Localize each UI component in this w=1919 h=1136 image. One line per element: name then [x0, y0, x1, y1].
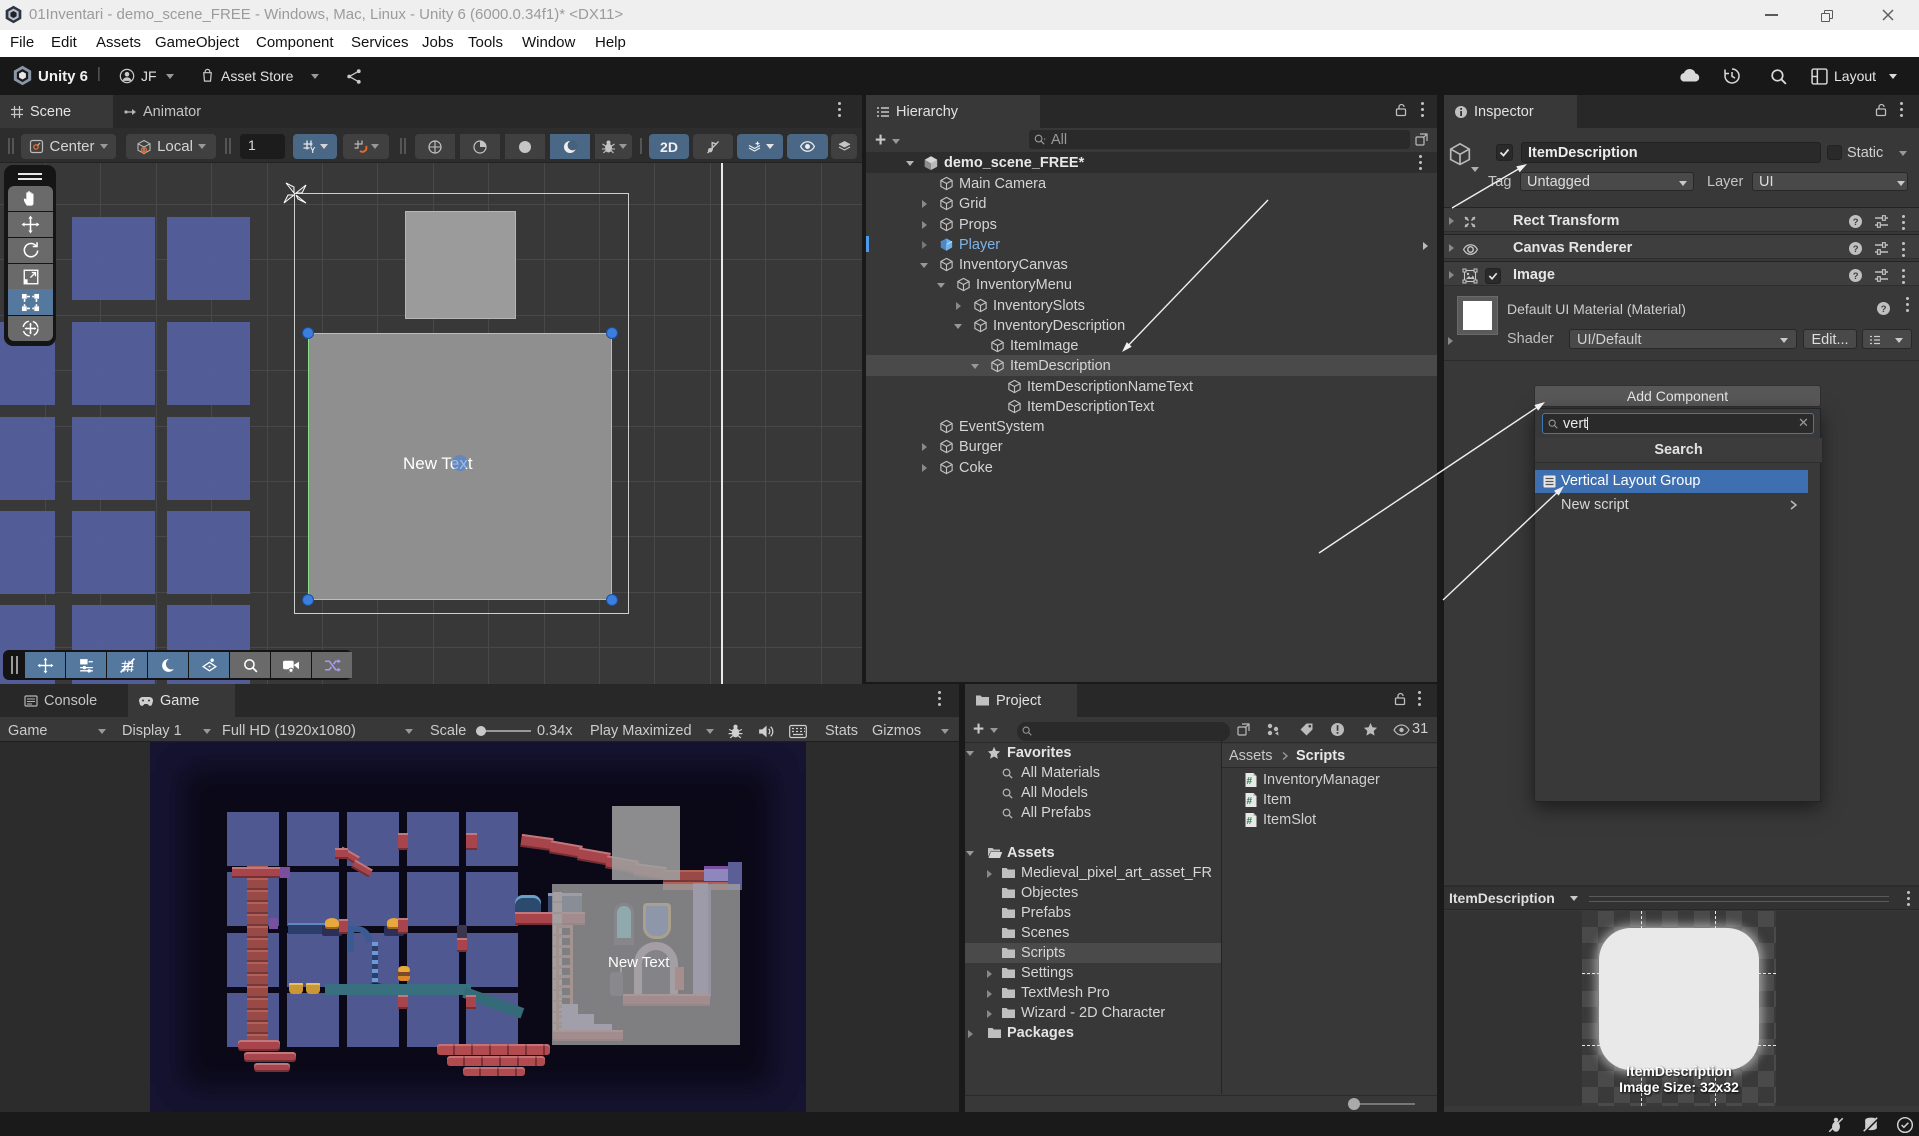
svg-text:?: ? [1853, 271, 1859, 282]
svg-text:#: # [1247, 816, 1253, 827]
svg-text:?: ? [1853, 217, 1859, 228]
svg-text:?: ? [1881, 304, 1887, 315]
svg-text:Y: Y [310, 146, 316, 154]
svg-text:#: # [1247, 796, 1253, 807]
svg-text:?: ? [1853, 244, 1859, 255]
svg-text:#: # [1247, 776, 1253, 787]
